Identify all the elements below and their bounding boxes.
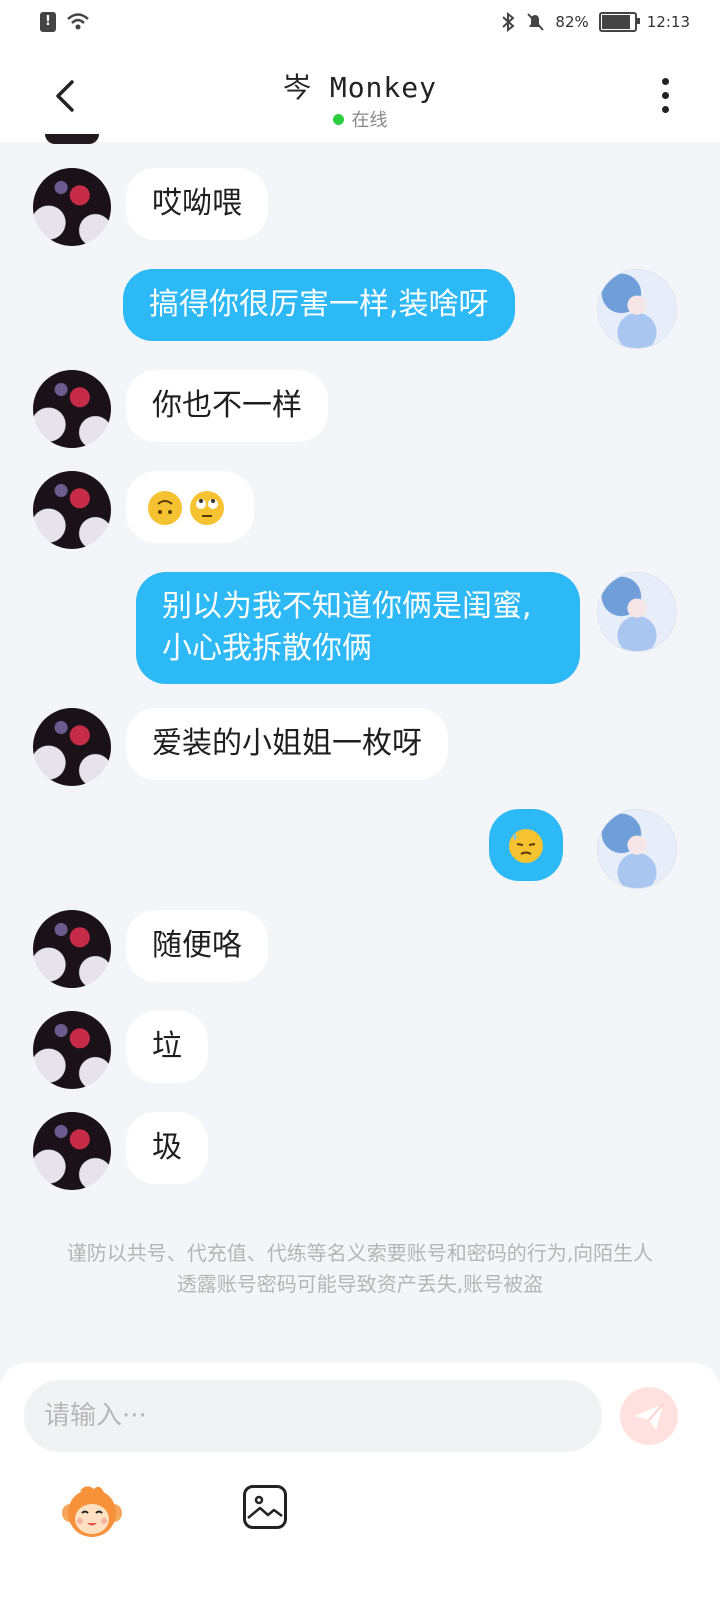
chat-header: 岑 Monkey 在线 xyxy=(0,50,720,142)
more-options-icon[interactable] xyxy=(660,78,670,118)
my-avatar[interactable] xyxy=(597,269,677,349)
message-bubble-incoming[interactable]: 随便咯 xyxy=(126,910,268,982)
send-button[interactable] xyxy=(620,1387,678,1445)
online-status-label: 在线 xyxy=(351,110,388,131)
monkey-face-icon xyxy=(62,1486,122,1537)
downcast-sweat-face-icon xyxy=(509,828,543,863)
clock: 12:13 xyxy=(646,13,690,31)
message-bubble-incoming[interactable]: 哎呦喂 xyxy=(126,168,268,240)
wifi-icon xyxy=(67,13,89,30)
contact-avatar[interactable] xyxy=(33,1011,111,1089)
contact-avatar[interactable] xyxy=(33,471,111,549)
message-bubble-incoming[interactable]: 你也不一样 xyxy=(126,370,328,442)
monkey-emoji-button[interactable] xyxy=(60,1483,124,1541)
contact-avatar[interactable] xyxy=(33,910,111,988)
contact-avatar[interactable] xyxy=(33,1112,111,1190)
status-bar: ! 82% 12:13 xyxy=(0,0,720,50)
message-bubble-incoming[interactable]: 爱装的小姐姐一枚呀 xyxy=(126,708,448,780)
message-bubble-incoming[interactable]: 圾 xyxy=(126,1112,208,1184)
message-bubble-outgoing[interactable]: 别以为我不知道你俩是闺蜜,小心我拆散你俩 xyxy=(136,572,580,684)
contact-name: 岑 Monkey xyxy=(282,71,437,104)
message-bubble-outgoing[interactable]: 搞得你很厉害一样,装啥呀 xyxy=(123,269,515,341)
message-bubble-incoming[interactable]: 垃 xyxy=(126,1011,208,1083)
message-bubble-outgoing[interactable] xyxy=(489,809,563,881)
message-input[interactable] xyxy=(24,1380,602,1452)
partial-avatar xyxy=(45,134,99,144)
upside-down-face-icon xyxy=(148,490,182,525)
bluetooth-icon xyxy=(502,12,515,32)
battery-icon xyxy=(598,12,640,32)
send-plane-icon xyxy=(635,1403,664,1430)
message-bubble-incoming[interactable] xyxy=(126,471,254,543)
mute-bell-icon xyxy=(527,13,545,31)
composer xyxy=(0,1363,720,1600)
image-picker-button[interactable] xyxy=(243,1485,287,1529)
contact-avatar[interactable] xyxy=(33,168,111,246)
online-status: 在线 xyxy=(0,106,720,132)
image-icon xyxy=(247,1495,283,1519)
rolling-eyes-icon xyxy=(190,490,224,525)
sim-alert-icon: ! xyxy=(40,12,56,32)
contact-avatar[interactable] xyxy=(33,370,111,448)
battery-percent: 82% xyxy=(555,13,589,31)
my-avatar[interactable] xyxy=(597,809,677,889)
online-dot-icon xyxy=(332,113,344,125)
security-notice: 谨防以共号、代充值、代练等名义索要账号和密码的行为,向陌生人透露账号密码可能导致… xyxy=(66,1241,654,1296)
my-avatar[interactable] xyxy=(597,572,677,652)
contact-avatar[interactable] xyxy=(33,708,111,786)
